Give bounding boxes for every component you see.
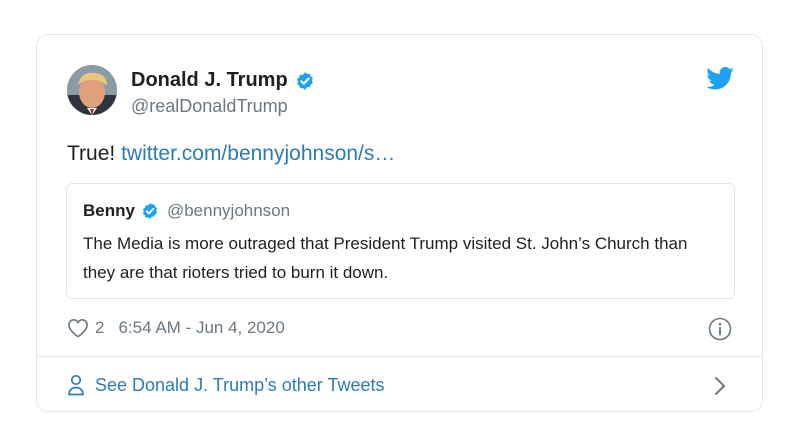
see-other-tweets-link[interactable]: See Donald J. Trump’s other Tweets <box>67 374 385 396</box>
embedded-tweet-card: Donald J. Trump @realDonaldTrump True! t… <box>36 34 763 412</box>
avatar[interactable] <box>67 65 117 115</box>
author-name[interactable]: Donald J. Trump <box>131 69 288 92</box>
tweet-link[interactable]: twitter.com/bennyjohnson/s… <box>121 142 395 165</box>
verified-badge-icon <box>142 203 158 219</box>
heart-icon[interactable] <box>67 318 89 338</box>
quoted-tweet-header: Benny @bennyjohnson <box>83 201 290 221</box>
quoted-author-name: Benny <box>83 201 135 220</box>
tweet-text: True! twitter.com/bennyjohnson/s… <box>67 142 395 166</box>
quoted-tweet-text: The Media is more outraged that Presiden… <box>83 234 688 282</box>
quoted-tweet[interactable]: Benny @bennyjohnson The Media is more ou… <box>66 183 735 299</box>
person-icon <box>68 374 84 396</box>
author-handle[interactable]: @realDonaldTrump <box>131 96 288 117</box>
tweet-timestamp[interactable]: 6:54 AM - Jun 4, 2020 <box>118 318 284 338</box>
verified-badge-icon <box>296 71 313 90</box>
info-icon[interactable] <box>708 317 732 341</box>
tweet-meta: 2 6:54 AM - Jun 4, 2020 <box>67 318 285 338</box>
quoted-author-handle: @bennyjohnson <box>166 201 291 220</box>
divider <box>37 356 762 357</box>
author-name-row: Donald J. Trump <box>131 69 315 92</box>
see-other-tweets-label[interactable]: See Donald J. Trump’s other Tweets <box>95 375 385 396</box>
like-count[interactable]: 2 <box>95 318 104 338</box>
chevron-right-icon[interactable] <box>714 376 726 396</box>
twitter-bird-icon[interactable] <box>706 67 734 90</box>
tweet-body: True! <box>67 142 116 165</box>
